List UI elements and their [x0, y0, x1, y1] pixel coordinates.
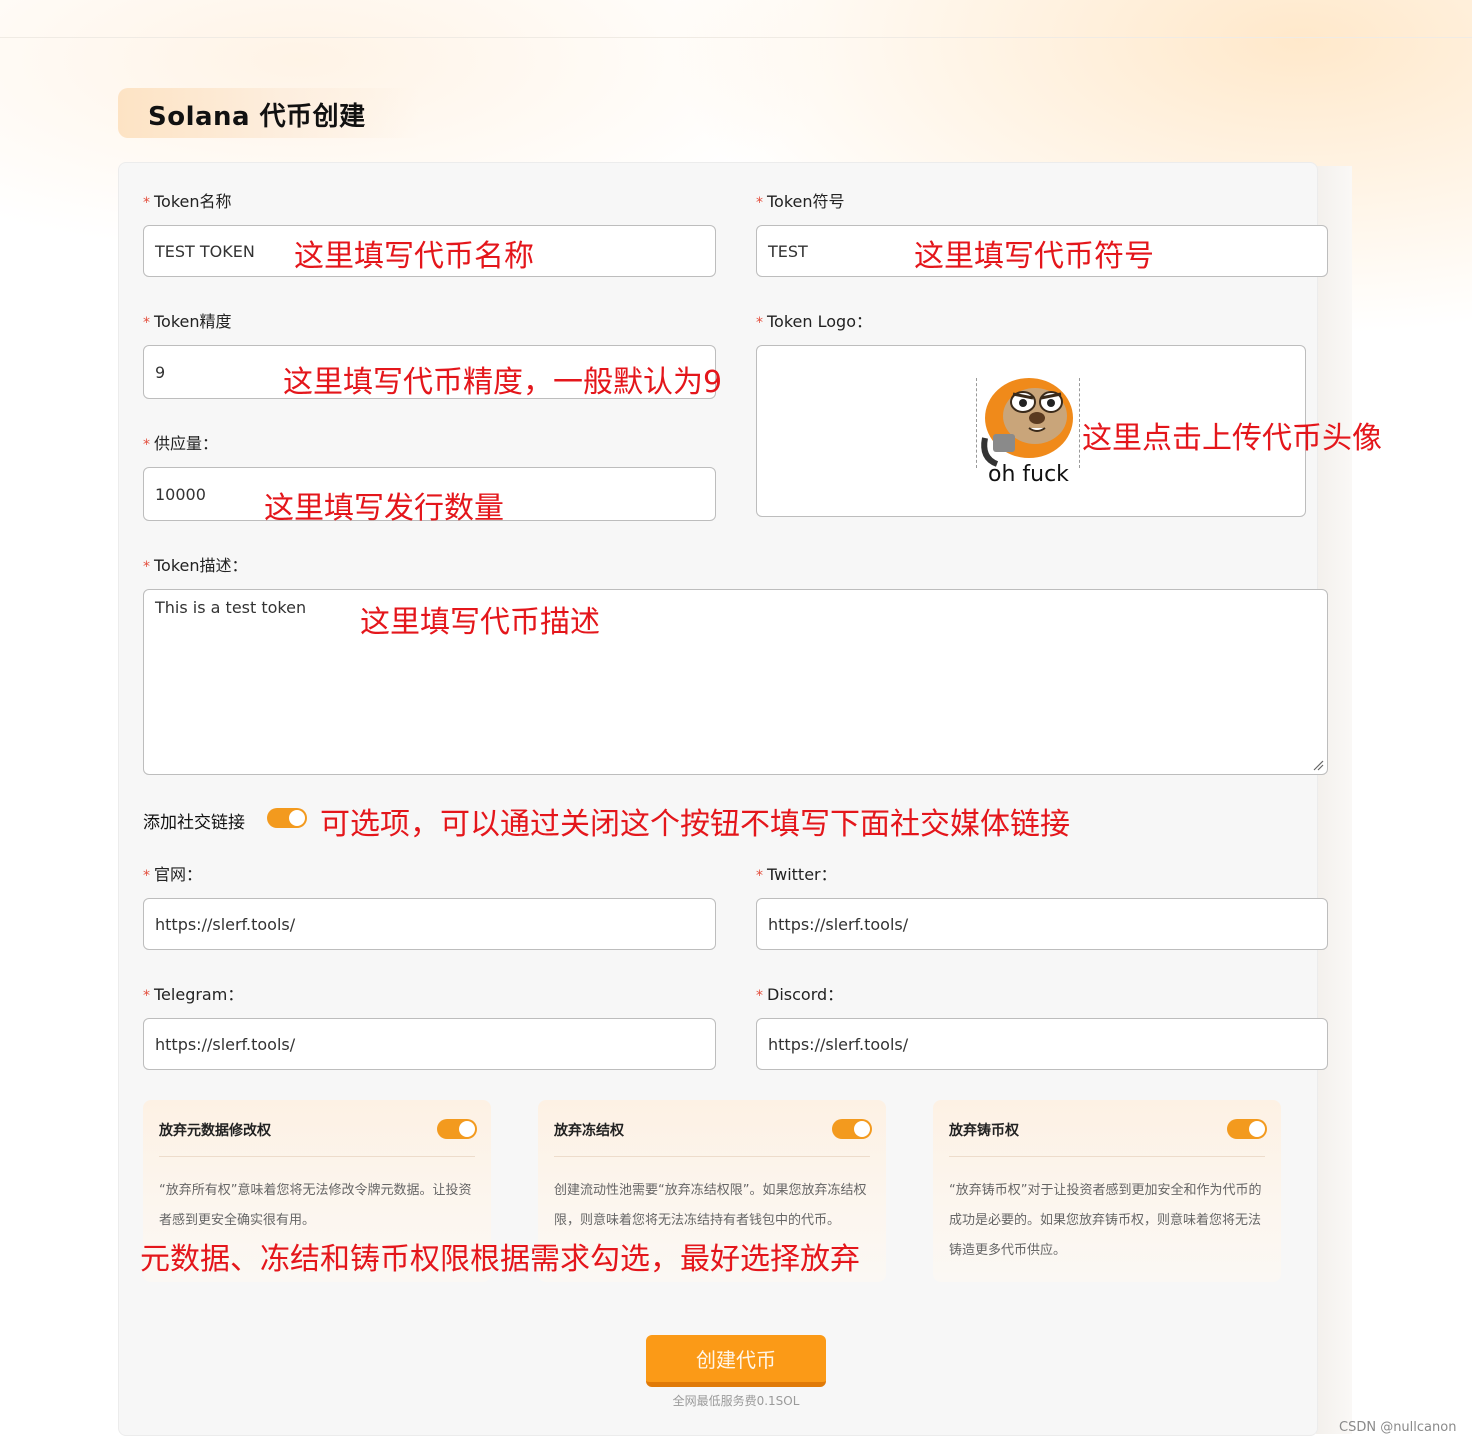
website-label-text: 官网：: [154, 865, 203, 884]
revoke-mint-card: 放弃铸币权 “放弃铸币权”对于让投资者感到更加安全和作为代币的成功是必要的。如果…: [933, 1100, 1281, 1282]
resize-grip-icon[interactable]: [1312, 759, 1324, 771]
annotation-description: 这里填写代币描述: [360, 605, 600, 640]
annotation-symbol: 这里填写代币符号: [914, 239, 1154, 274]
token-description-textarea[interactable]: This is a test token: [143, 589, 1328, 775]
token-decimals-label: * Token精度: [143, 308, 232, 332]
website-value: https://slerf.tools/: [155, 914, 296, 934]
website-label: * 官网：: [143, 861, 202, 885]
toggle-knob: [1249, 1121, 1265, 1137]
telegram-label-text: Telegram：: [154, 985, 244, 1004]
sloth-avatar-icon: [981, 378, 1073, 467]
token-decimals-value: 9: [155, 362, 166, 382]
header-divider: [0, 37, 1472, 38]
revoke-metadata-toggle[interactable]: [437, 1119, 477, 1139]
required-mark: *: [756, 868, 763, 884]
required-mark: *: [143, 437, 150, 453]
token-decimals-label-text: Token精度: [154, 312, 232, 331]
token-symbol-value: TEST: [768, 241, 808, 261]
token-supply-label-text: 供应量：: [154, 434, 219, 453]
card-divider: [554, 1156, 870, 1157]
token-description-label: * Token描述：: [143, 552, 248, 576]
revoke-freeze-toggle[interactable]: [832, 1119, 872, 1139]
toggle-knob: [289, 810, 305, 826]
discord-input[interactable]: https://slerf.tools/: [756, 1018, 1328, 1070]
page-title: Solana 代币创建: [148, 102, 366, 132]
required-mark: *: [143, 868, 150, 884]
discord-label: * Discord：: [756, 981, 843, 1005]
token-supply-value: 10000: [155, 484, 206, 504]
annotation-supply: 这里填写发行数量: [264, 491, 504, 526]
required-mark: *: [756, 195, 763, 211]
required-mark: *: [756, 315, 763, 331]
website-input[interactable]: https://slerf.tools/: [143, 898, 716, 950]
logo-caption: oh fuck: [988, 462, 1069, 487]
annotation-permissions: 元数据、冻结和铸币权限根据需求勾选，最好选择放弃: [140, 1242, 860, 1277]
annotation-logo: 这里点击上传代币头像: [1082, 421, 1382, 456]
revoke-mint-toggle[interactable]: [1227, 1119, 1267, 1139]
card-title: 放弃冻结权: [554, 1123, 624, 1139]
fee-note: 全网最低服务费0.1SOL: [672, 1394, 800, 1408]
card-description: “放弃所有权”意味着您将无法修改令牌元数据。让投资者感到更安全确实很有用。: [159, 1183, 472, 1228]
telegram-value: https://slerf.tools/: [155, 1034, 296, 1054]
toggle-knob: [459, 1121, 475, 1137]
card-divider: [159, 1156, 475, 1157]
create-token-button[interactable]: 创建代币: [646, 1335, 826, 1387]
token-symbol-label-text: Token符号: [767, 192, 845, 211]
twitter-input[interactable]: https://slerf.tools/: [756, 898, 1328, 950]
token-name-label: * Token名称: [143, 188, 232, 212]
discord-label-text: Discord：: [767, 985, 844, 1004]
annotation-social: 可选项，可以通过关闭这个按钮不填写下面社交媒体链接: [320, 807, 1070, 842]
token-logo-label-text: Token Logo：: [767, 312, 872, 331]
token-name-value: TEST TOKEN: [155, 241, 255, 261]
token-logo-label: * Token Logo：: [756, 308, 872, 332]
token-symbol-label: * Token符号: [756, 188, 845, 212]
watermark: CSDN @nullcanon: [1339, 1420, 1457, 1435]
telegram-label: * Telegram：: [143, 981, 243, 1005]
required-mark: *: [143, 195, 150, 211]
logo-preview[interactable]: [976, 378, 1080, 468]
toggle-knob: [854, 1121, 870, 1137]
discord-value: https://slerf.tools/: [768, 1034, 909, 1054]
twitter-value: https://slerf.tools/: [768, 914, 909, 934]
token-name-label-text: Token名称: [154, 192, 232, 211]
social-links-toggle[interactable]: [267, 808, 307, 828]
required-mark: *: [143, 559, 150, 575]
card-title: 放弃元数据修改权: [159, 1123, 271, 1139]
annotation-decimals: 这里填写代币精度，一般默认为9: [283, 365, 723, 400]
telegram-input[interactable]: https://slerf.tools/: [143, 1018, 716, 1070]
token-description-label-text: Token描述：: [154, 556, 248, 575]
card-description: “放弃铸币权”对于让投资者感到更加安全和作为代币的成功是必要的。如果您放弃铸币权…: [949, 1183, 1262, 1258]
required-mark: *: [143, 315, 150, 331]
card-title: 放弃铸币权: [949, 1123, 1019, 1139]
twitter-label-text: Twitter：: [767, 865, 837, 884]
twitter-label: * Twitter：: [756, 861, 837, 885]
required-mark: *: [756, 988, 763, 1004]
annotation-name: 这里填写代币名称: [294, 239, 534, 274]
panel-edge: [1316, 166, 1352, 1434]
token-supply-label: * 供应量：: [143, 430, 218, 454]
social-links-toggle-label: 添加社交链接: [143, 813, 245, 833]
required-mark: *: [143, 988, 150, 1004]
card-divider: [949, 1156, 1265, 1157]
card-description: 创建流动性池需要“放弃冻结权限”。如果您放弃冻结权限，则意味着您将无法冻结持有者…: [554, 1183, 867, 1228]
token-description-value: This is a test token: [155, 598, 307, 617]
